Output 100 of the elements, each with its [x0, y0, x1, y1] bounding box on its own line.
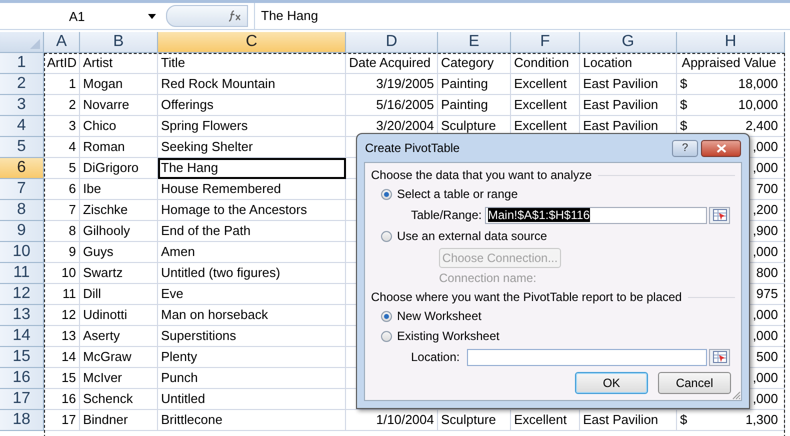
column-header[interactable]: G [580, 32, 677, 53]
table-cell: Location [580, 53, 677, 74]
cell-value: ,000 [752, 243, 778, 261]
close-button[interactable] [701, 140, 741, 156]
dialog-button[interactable]: OK [575, 372, 648, 394]
column-header[interactable]: E [438, 32, 511, 53]
table-cell: 13 [44, 326, 80, 347]
table-cell: Excellent [511, 95, 580, 116]
column-header[interactable]: D [346, 32, 438, 53]
row-header[interactable]: 1 [0, 53, 44, 74]
table-cell: Bindner [80, 410, 158, 431]
row-header[interactable]: 18 [0, 410, 44, 431]
table-cell: Chico [80, 116, 158, 137]
table-cell: Zischke [80, 200, 158, 221]
table-cell: Spring Flowers [158, 116, 346, 137]
column-header[interactable]: A [44, 32, 80, 53]
table-cell: Swartz [80, 263, 158, 284]
table-cell: 4 [44, 137, 80, 158]
table-cell: DiGrigoro [80, 158, 158, 179]
table-cell: McGraw [80, 347, 158, 368]
table-cell: Roman [80, 137, 158, 158]
cell-value: 500 [756, 348, 778, 366]
currency-symbol: $ [680, 117, 688, 135]
row-header[interactable]: 17 [0, 389, 44, 410]
cell-value: ,000 [752, 159, 778, 177]
table-cell: House Remembered [158, 179, 346, 200]
row-header[interactable]: 14 [0, 326, 44, 347]
table-cell: 12 [44, 305, 80, 326]
cell-value: ,000 [752, 306, 778, 324]
table-cell: Brittlecone [158, 410, 346, 431]
connection-name-label: Connection name: [439, 271, 538, 285]
range-field[interactable]: Main!$A$1:$H$116 [485, 206, 707, 224]
close-icon [716, 144, 726, 152]
table-cell: ArtID [44, 53, 80, 74]
table-cell: Gilhooly [80, 221, 158, 242]
table-cell: East Pavilion [580, 410, 677, 431]
row-header[interactable]: 13 [0, 305, 44, 326]
table-cell: Seeking Shelter [158, 137, 346, 158]
splitter-handle[interactable] [166, 5, 248, 27]
caret-icon[interactable] [148, 14, 156, 18]
help-button[interactable]: ? [672, 140, 698, 156]
name-box[interactable]: A1 [45, 5, 160, 27]
table-cell: Offerings [158, 95, 346, 116]
row-header[interactable]: 12 [0, 284, 44, 305]
cell-value: ,900 [752, 222, 778, 240]
row-header[interactable]: 15 [0, 347, 44, 368]
table-cell: 1 [44, 74, 80, 95]
table-cell: Excellent [511, 74, 580, 95]
column-header[interactable]: F [511, 32, 580, 53]
row-header[interactable]: 5 [0, 137, 44, 158]
row-header[interactable]: 11 [0, 263, 44, 284]
dialog-button[interactable]: Cancel [658, 372, 731, 394]
table-cell: 17 [44, 410, 80, 431]
cell-value: 18,000 [738, 75, 778, 93]
table-cell: Superstitions [158, 326, 346, 347]
table-cell: Title [158, 53, 346, 74]
resize-grip-icon[interactable] [731, 390, 741, 400]
triangle-icon [30, 39, 40, 49]
column-header[interactable]: C [158, 32, 346, 53]
row-header[interactable]: 2 [0, 74, 44, 95]
table-cell: 1/10/2004 [346, 410, 438, 431]
radio-label: New Worksheet [397, 309, 482, 323]
cell-value: 10,000 [738, 96, 778, 114]
radio-button[interactable] [381, 330, 392, 342]
row-header[interactable]: 6 [0, 158, 44, 179]
table-cell: 2 [44, 95, 80, 116]
row-header[interactable]: 7 [0, 179, 44, 200]
table-cell: East Pavilion [580, 95, 677, 116]
row-header[interactable]: 8 [0, 200, 44, 221]
row-header[interactable]: 3 [0, 95, 44, 116]
table-cell: 9 [44, 242, 80, 263]
cell-value: ,200 [752, 201, 778, 219]
row-header[interactable]: 10 [0, 242, 44, 263]
row-header[interactable]: 4 [0, 116, 44, 137]
range-picker-button[interactable] [709, 206, 730, 224]
table-cell: 6 [44, 179, 80, 200]
table-cell: Untitled [158, 389, 346, 410]
cell-value: 800 [756, 264, 778, 282]
column-header[interactable]: B [80, 32, 158, 53]
range-picker-button[interactable] [709, 348, 730, 366]
radio-button[interactable] [381, 230, 392, 242]
table-cell: Sculpture [438, 410, 511, 431]
table-cell: 5 [44, 158, 80, 179]
table-cell: 5/16/2005 [346, 95, 438, 116]
table-cell: 3 [44, 116, 80, 137]
cell-value: ,000 [752, 138, 778, 156]
table-cell: 10 [44, 263, 80, 284]
formula-field[interactable]: The Hang [254, 3, 790, 29]
location-field[interactable] [467, 348, 707, 366]
table-cell: Guys [80, 242, 158, 263]
row-header[interactable]: 16 [0, 368, 44, 389]
radio-button[interactable] [381, 188, 392, 200]
currency-symbol: $ [680, 411, 688, 429]
radio-button[interactable] [381, 310, 392, 322]
table-cell: Painting [438, 95, 511, 116]
table-cell: East Pavilion [580, 74, 677, 95]
row-header[interactable]: 9 [0, 221, 44, 242]
table-cell: Untitled (two figures) [158, 263, 346, 284]
table-cell: 14 [44, 347, 80, 368]
column-header[interactable]: H [677, 32, 785, 53]
